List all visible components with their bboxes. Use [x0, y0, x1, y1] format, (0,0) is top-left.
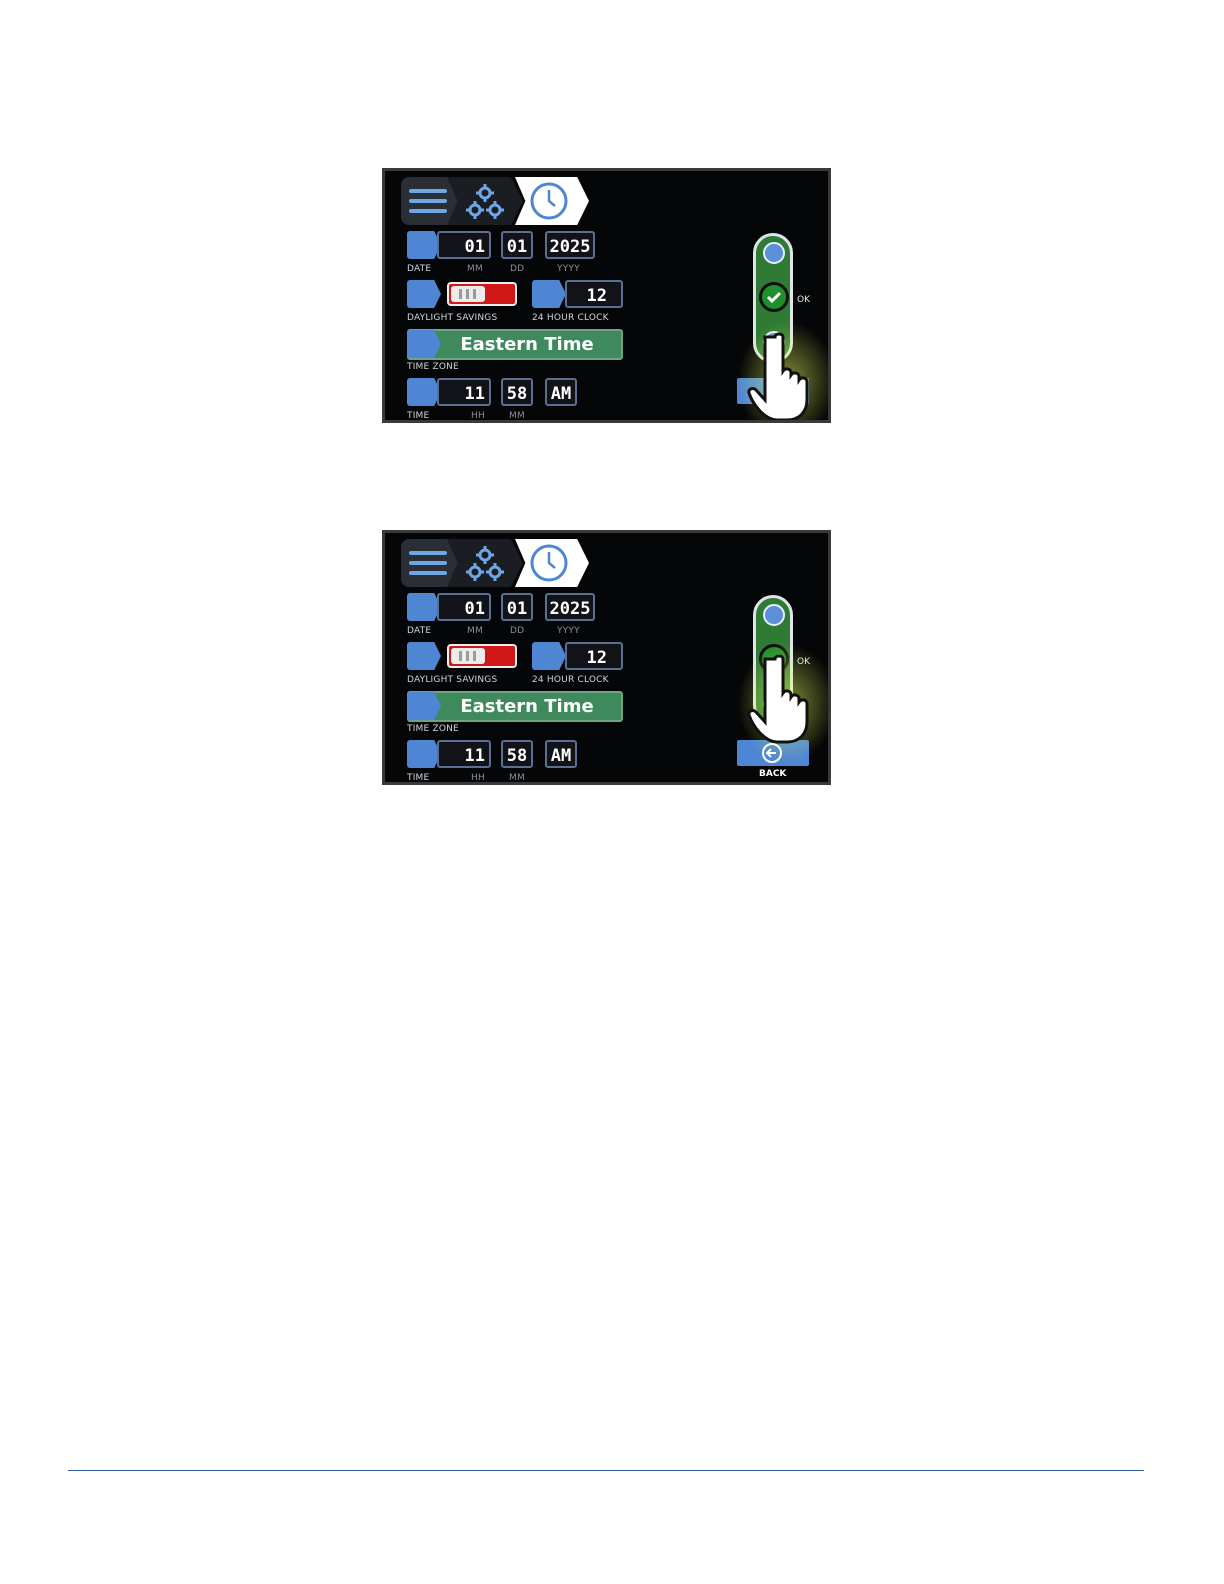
dst-clock-icon	[407, 280, 441, 308]
date-month-field[interactable]: 01	[437, 593, 491, 621]
gears-icon	[466, 546, 504, 581]
minute-label: MM	[509, 411, 525, 421]
year-label: YYYY	[557, 626, 580, 636]
chevron-up-icon[interactable]	[763, 604, 785, 626]
daylight-savings-toggle[interactable]	[447, 282, 517, 306]
dst-clock-icon	[407, 642, 441, 670]
hour-label: HH	[471, 773, 485, 783]
time-label: TIME	[407, 773, 430, 783]
calendar-icon	[407, 593, 441, 621]
24-hour-icon	[532, 280, 566, 308]
ok-label: OK	[797, 295, 810, 305]
daylight-savings-label: DAYLIGHT SAVINGS	[407, 313, 498, 323]
time-minute-field[interactable]: 58	[501, 378, 533, 406]
24-hour-icon	[532, 642, 566, 670]
time-zone-label: TIME ZONE	[407, 724, 459, 734]
time-ampm-field[interactable]: AM	[545, 740, 577, 768]
date-month-field[interactable]: 01	[437, 231, 491, 259]
month-label: MM	[467, 264, 483, 274]
hour-label: HH	[471, 411, 485, 421]
breadcrumb-settings[interactable]	[447, 539, 523, 587]
minute-label: MM	[509, 773, 525, 783]
globe-clock-icon	[407, 330, 441, 358]
day-label: DD	[510, 626, 525, 636]
24-hour-clock-label: 24 HOUR CLOCK	[532, 675, 609, 685]
globe-clock-icon	[407, 692, 441, 720]
gears-icon	[466, 184, 504, 219]
time-clock-icon	[407, 740, 441, 768]
day-label: DD	[510, 264, 525, 274]
pointing-hand-icon	[747, 654, 809, 744]
clock-icon	[530, 544, 568, 582]
footer-rule	[68, 1470, 1144, 1471]
date-year-field[interactable]: 2025	[545, 593, 595, 621]
time-label: TIME	[407, 411, 430, 421]
menu-icon	[409, 189, 447, 219]
settings-screen-2: 01 01 2025 DATE MM DD YYYY DAYLIGHT SAVI…	[382, 530, 831, 785]
date-day-field[interactable]: 01	[501, 593, 533, 621]
date-day-field[interactable]: 01	[501, 231, 533, 259]
month-label: MM	[467, 626, 483, 636]
time-hour-field[interactable]: 11	[437, 378, 491, 406]
daylight-savings-label: DAYLIGHT SAVINGS	[407, 675, 498, 685]
year-label: YYYY	[557, 264, 580, 274]
time-clock-icon	[407, 378, 441, 406]
breadcrumb-clock[interactable]	[515, 177, 589, 225]
chevron-up-icon[interactable]	[763, 242, 785, 264]
breadcrumb-clock[interactable]	[515, 539, 589, 587]
time-ampm-field[interactable]: AM	[545, 378, 577, 406]
date-year-field[interactable]: 2025	[545, 231, 595, 259]
calendar-icon	[407, 231, 441, 259]
date-label: DATE	[407, 626, 432, 636]
check-icon[interactable]	[759, 282, 789, 312]
time-hour-field[interactable]: 11	[437, 740, 491, 768]
menu-icon	[409, 551, 447, 581]
daylight-savings-toggle[interactable]	[447, 644, 517, 668]
pointing-hand-icon	[747, 332, 809, 420]
breadcrumb-settings[interactable]	[447, 177, 523, 225]
settings-screen-1: 01 01 2025 DATE MM DD YYYY DAYLIGHT SAVI…	[382, 168, 831, 423]
date-label: DATE	[407, 264, 432, 274]
24-hour-clock-label: 24 HOUR CLOCK	[532, 313, 609, 323]
time-minute-field[interactable]: 58	[501, 740, 533, 768]
back-label: BACK	[759, 769, 787, 779]
24-hour-clock-field[interactable]: 12	[565, 642, 623, 670]
clock-icon	[530, 182, 568, 220]
24-hour-clock-field[interactable]: 12	[565, 280, 623, 308]
time-zone-label: TIME ZONE	[407, 362, 459, 372]
